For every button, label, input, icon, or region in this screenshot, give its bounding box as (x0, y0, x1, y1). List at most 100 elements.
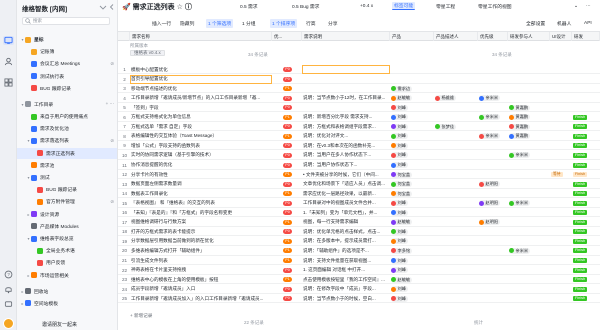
description-cell[interactable]: 说明：优化对对评文... (302, 132, 390, 141)
person-cell[interactable] (478, 161, 508, 170)
collapse-sidebar-icon[interactable] (108, 3, 116, 11)
person-cell[interactable] (434, 285, 478, 294)
sidebar-item[interactable]: ▸ 市场运营相关 (17, 270, 117, 281)
sidebar-item[interactable]: 全局业务术语 (17, 245, 117, 256)
sidebar-item[interactable]: 来自于用户的使用痛点 (17, 111, 117, 122)
table-row[interactable]: 21 引流生成文件列表 P1 说明：支持文件批量在获取视图... 刘峰 Finish (118, 256, 600, 266)
sidebar-item[interactable]: ▾ 维格表字段总览 (17, 233, 117, 244)
sidebar-item[interactable]: BUG 跟踪记录 (17, 184, 117, 195)
person-cell[interactable]: 刘峰 (390, 285, 434, 294)
person-cell[interactable] (434, 65, 478, 74)
workbench-icon[interactable] (3, 36, 14, 45)
priority-cell[interactable]: P0 (272, 180, 302, 189)
sidebar-item[interactable]: ▸ 设计资源 (17, 209, 117, 220)
column-header[interactable]: 研发 (572, 32, 600, 41)
description-cell[interactable]: 说明：当节点数小于12时，在工作目录... (302, 94, 390, 103)
person-cell[interactable] (478, 275, 508, 284)
priority-cell[interactable]: P1 (272, 256, 302, 265)
stage-cell[interactable]: Finish (572, 151, 600, 160)
person-cell[interactable]: 杨维维 (434, 94, 478, 103)
person-cell[interactable]: 刘峰 (390, 227, 434, 236)
priority-cell[interactable]: P0 (272, 227, 302, 236)
description-cell[interactable] (302, 103, 390, 112)
sidebar-item[interactable]: 需求池 (17, 160, 117, 171)
person-cell[interactable]: 刘峰 (390, 266, 434, 275)
table-row[interactable]: 13 数据页面左侧需求数量调 P0 文章优化和场景下「适应人员」点击调... 何宝盖 赵明… (118, 180, 600, 189)
description-cell[interactable] (302, 84, 390, 93)
toolbar-button[interactable]: 分享 (326, 19, 340, 28)
description-cell[interactable]: 工作目录对中的视图成员文件合并... (302, 199, 390, 208)
person-cell[interactable]: 刘峰 (390, 113, 434, 122)
description-cell[interactable]: • 文件夹被分享的时候，它们（中间... (302, 170, 390, 179)
column-header[interactable]: 需求名称 (130, 32, 272, 41)
person-cell[interactable] (508, 227, 550, 236)
ui-cell[interactable] (550, 285, 572, 294)
table-row[interactable]: 11 协作消息提醒的优化 P0 说明：当用户协作状态下... 刘峰 Finish (118, 161, 600, 170)
priority-cell[interactable]: P1 (272, 132, 302, 141)
person-cell[interactable]: 刘峰 (390, 161, 434, 170)
priority-cell[interactable]: P0 (272, 103, 302, 112)
row-number-cell[interactable]: 6 (118, 113, 130, 122)
name-cell[interactable]: 分享卡片的有效性 (130, 170, 272, 179)
toolbar-button[interactable]: 行高 (304, 19, 318, 28)
name-cell[interactable]: 方框式选单「需求 自定」字段 (130, 122, 272, 131)
ui-cell[interactable] (550, 294, 572, 303)
priority-cell[interactable]: P0 (272, 294, 302, 303)
settings-button[interactable]: 全部设置 (524, 19, 547, 28)
table-row[interactable]: 20 多维表格编辑方式打开「辅助组件」 P1 说明：「辅助组件」的选项是不... 李多铭… (118, 246, 600, 256)
ui-cell[interactable] (550, 256, 572, 265)
templates-icon[interactable] (3, 78, 14, 87)
priority-cell[interactable]: P1 (272, 170, 302, 179)
stage-cell[interactable] (572, 84, 600, 93)
person-cell[interactable] (478, 227, 508, 236)
ui-cell[interactable] (550, 246, 572, 255)
name-cell[interactable]: 分享数据层引用数据当前做到的新在优化 (130, 237, 272, 246)
name-cell[interactable]: 『表格视图』 和『维格表』的交互的列表 (130, 199, 272, 208)
group-header[interactable]: 所属版本 维格表 v0.4.x 34 条记录 34 条记录 (118, 41, 600, 65)
description-cell[interactable]: 说明：「辅助组件」的选项是不... (302, 246, 390, 255)
person-cell[interactable] (478, 246, 508, 255)
priority-cell[interactable]: P0 (272, 122, 302, 131)
priority-cell[interactable]: P1 (272, 237, 302, 246)
stage-cell[interactable]: Finish (572, 141, 600, 150)
name-cell[interactable]: 首页引导配置优化 (130, 74, 272, 84)
person-cell[interactable]: 何宝盖 (390, 180, 434, 189)
sidebar-item[interactable]: ▾ 工作目录 + ⋯ (17, 99, 117, 110)
priority-cell[interactable]: P0 (272, 94, 302, 103)
name-cell[interactable]: 工作目录新增「邀请成员加入」的入口工作目录新增「邀请成员... (130, 294, 272, 303)
person-cell[interactable] (508, 170, 550, 179)
person-cell[interactable]: 亲米米 (508, 246, 550, 255)
priority-cell[interactable]: P0 (272, 266, 302, 275)
description-cell[interactable]: 说明：当节点数小于的时候，空白... (302, 294, 390, 303)
person-cell[interactable] (508, 189, 550, 198)
column-header[interactable]: 产品描述人 (434, 32, 478, 41)
ui-cell[interactable] (550, 227, 572, 236)
person-cell[interactable] (478, 237, 508, 246)
person-cell[interactable]: 赵敏敏 (390, 94, 434, 103)
ui-cell[interactable] (550, 103, 572, 112)
description-cell[interactable]: 点击使用模板按钮里『我的工作空间』... (302, 275, 390, 284)
stage-cell[interactable]: Finish (572, 113, 600, 122)
name-cell[interactable]: 移动端节点描述的优化 (130, 84, 272, 93)
person-cell[interactable]: 赵明阳 (478, 218, 508, 227)
person-cell[interactable] (478, 141, 508, 150)
person-cell[interactable] (434, 208, 478, 217)
person-cell[interactable] (478, 151, 508, 160)
column-header[interactable]: 研发参与人 (508, 32, 550, 41)
person-cell[interactable] (434, 199, 478, 208)
person-cell[interactable]: 黄嘉鹏 (508, 132, 550, 141)
description-cell[interactable] (302, 65, 390, 74)
column-header[interactable]: 优... (272, 32, 302, 41)
person-cell[interactable] (434, 256, 478, 265)
stage-cell[interactable]: Finish (572, 189, 600, 198)
person-cell[interactable] (478, 65, 508, 74)
toolbar-button[interactable]: 隐藏列 (178, 19, 196, 28)
stage-cell[interactable]: Finish (572, 170, 600, 179)
stage-cell[interactable]: Finish (572, 275, 600, 284)
person-cell[interactable] (508, 141, 550, 150)
description-cell[interactable]: 视图，每一行支持需求编辑 (302, 218, 390, 227)
row-number-cell[interactable]: 25 (118, 294, 130, 303)
person-cell[interactable]: 黄嘉鹏 (508, 113, 550, 122)
description-cell[interactable]: 需求应优化一层路径效果，以最新... (302, 189, 390, 198)
stage-cell[interactable] (572, 75, 600, 84)
